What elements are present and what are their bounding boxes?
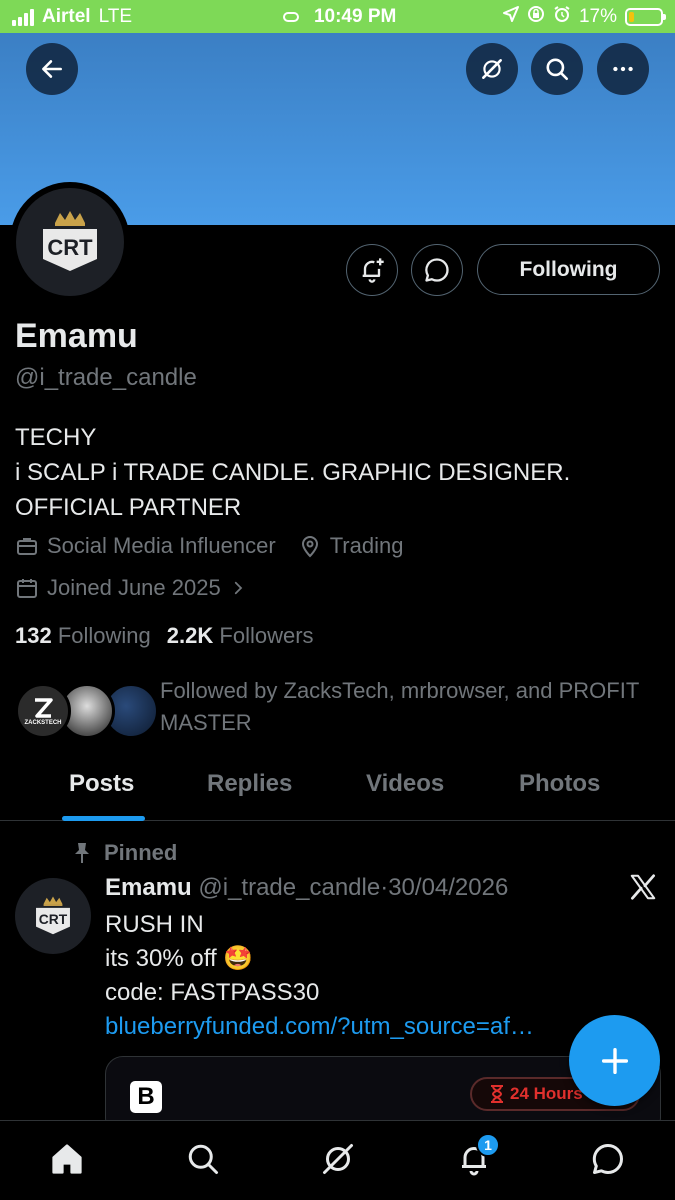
following-button[interactable]: Following	[477, 244, 660, 295]
orientation-lock-icon	[527, 5, 545, 29]
bio-line: OFFICIAL PARTNER	[15, 494, 242, 521]
nav-grok[interactable]	[318, 1139, 358, 1179]
grok-button[interactable]	[466, 43, 518, 95]
status-bar: Airtel LTE 10:49 PM 17%	[0, 0, 675, 33]
x-logo-icon[interactable]	[628, 872, 660, 904]
post-line: RUSH IN	[105, 911, 204, 938]
back-arrow-icon	[42, 60, 62, 78]
search-icon	[546, 58, 569, 81]
message-button[interactable]	[411, 244, 463, 296]
plus-icon	[601, 1047, 628, 1074]
grok-icon	[482, 59, 502, 79]
hourglass-icon	[491, 1085, 503, 1103]
followers-stat[interactable]: 2.2K Followers	[167, 623, 314, 649]
calendar-icon	[17, 579, 37, 598]
more-button[interactable]	[597, 43, 649, 95]
bottom-nav: 1	[0, 1120, 675, 1200]
crown-logo-icon: CRT	[36, 896, 70, 935]
notification-badge: 1	[476, 1133, 500, 1157]
avatar-logo: CRT	[16, 188, 124, 296]
home-icon	[52, 1144, 82, 1174]
hotspot-icon	[279, 6, 314, 27]
post-author[interactable]: Emamu	[105, 874, 192, 901]
nav-search[interactable]	[183, 1139, 223, 1179]
post-link[interactable]: blueberryfunded.com/?utm_source=af…	[105, 1010, 580, 1044]
post-date: 30/04/2026	[388, 874, 509, 901]
battery-icon	[625, 8, 666, 26]
joined-row[interactable]: Joined June 2025	[15, 575, 247, 601]
profile-bio: TECHY i SCALP i TRADE CANDLE. GRAPHIC DE…	[15, 420, 570, 525]
profile-joined: Joined June 2025	[47, 575, 221, 600]
profile-category: Social Media Influencer	[47, 533, 276, 558]
messages-icon	[592, 1143, 623, 1174]
tab-photos[interactable]: Photos	[519, 770, 600, 798]
status-left: Airtel LTE	[12, 6, 132, 28]
following-stat[interactable]: 132 Following	[15, 623, 151, 649]
post-line: its 30% off 🤩	[105, 945, 254, 972]
profile-tabs: Posts Replies Videos Photos	[0, 756, 675, 821]
location-pin-icon	[301, 536, 318, 558]
tab-replies[interactable]: Replies	[207, 770, 292, 798]
follow-stats: 132 Following 2.2K Followers	[15, 623, 314, 649]
post-body: RUSH IN its 30% off 🤩 code: FASTPASS30 b…	[105, 908, 575, 1044]
alarm-icon	[553, 5, 571, 29]
profile-meta-row: Social Media Influencer Trading	[15, 533, 403, 559]
post-avatar[interactable]: CRT	[15, 878, 91, 954]
chat-bubble-icon	[425, 258, 449, 282]
avatar-logo-text: CRT	[47, 235, 93, 260]
bio-line: i SCALP i TRADE CANDLE. GRAPHIC DESIGNER…	[15, 459, 571, 486]
chevron-right-icon	[234, 581, 242, 595]
nav-messages[interactable]	[588, 1139, 628, 1179]
nav-home[interactable]	[47, 1139, 87, 1179]
card-logo: B	[130, 1081, 162, 1113]
more-icon	[613, 66, 633, 72]
status-right: 17%	[502, 5, 666, 29]
post-avatar-text: CRT	[39, 911, 68, 927]
pinned-text: Pinned	[104, 840, 178, 865]
notify-button[interactable]	[346, 244, 398, 296]
followers-label: Followers	[219, 623, 314, 648]
follower-avatar-1: ZACKSTECH	[15, 683, 71, 739]
card-badge-text: 24 Hours	[510, 1084, 583, 1103]
battery-percent: 17%	[578, 6, 617, 27]
post-header: Emamu @i_trade_candle·30/04/2026	[105, 874, 508, 902]
following-count: 132	[15, 623, 52, 648]
location-arrow-icon	[502, 6, 519, 28]
following-label: Following	[57, 623, 151, 648]
status-time: 10:49 PM	[313, 6, 397, 27]
post-handle: @i_trade_candle	[198, 874, 381, 901]
tab-posts[interactable]: Posts	[69, 770, 134, 798]
network-label: LTE	[98, 6, 133, 27]
battery-fill	[629, 12, 635, 22]
followed-by-text: Followed by ZacksTech, mrbrowser, and PR…	[160, 678, 639, 735]
zackstech-logo-icon	[35, 698, 53, 718]
crown-logo-icon: CRT	[43, 211, 97, 271]
search-icon	[188, 1144, 218, 1174]
zackstech-logo-text: ZACKSTECH	[24, 720, 62, 726]
profile-name: Emamu	[15, 317, 138, 355]
bio-line: TECHY	[15, 424, 97, 451]
nav-notifications[interactable]: 1	[454, 1133, 500, 1179]
tab-videos[interactable]: Videos	[366, 770, 444, 798]
pin-icon	[75, 843, 89, 863]
signal-icon	[12, 8, 34, 26]
post-line: code: FASTPASS30	[105, 979, 320, 1006]
back-button[interactable]	[26, 43, 78, 95]
compose-post-button[interactable]	[569, 1015, 660, 1106]
briefcase-icon	[17, 538, 37, 555]
profile-avatar[interactable]: CRT	[10, 182, 130, 302]
bell-plus-icon	[362, 258, 384, 283]
carrier-label: Airtel	[42, 6, 91, 27]
profile-handle: @i_trade_candle	[15, 364, 197, 391]
tab-active-indicator	[62, 816, 145, 821]
profile-location: Trading	[329, 533, 404, 558]
search-button[interactable]	[531, 43, 583, 95]
post-separator: ·	[380, 874, 389, 901]
followed-by-row[interactable]: ZACKSTECH Followed by ZacksTech, mrbrows…	[15, 675, 665, 745]
pinned-label: Pinned	[72, 840, 177, 866]
followers-count: 2.2K	[166, 623, 214, 648]
grok-icon	[323, 1144, 353, 1174]
